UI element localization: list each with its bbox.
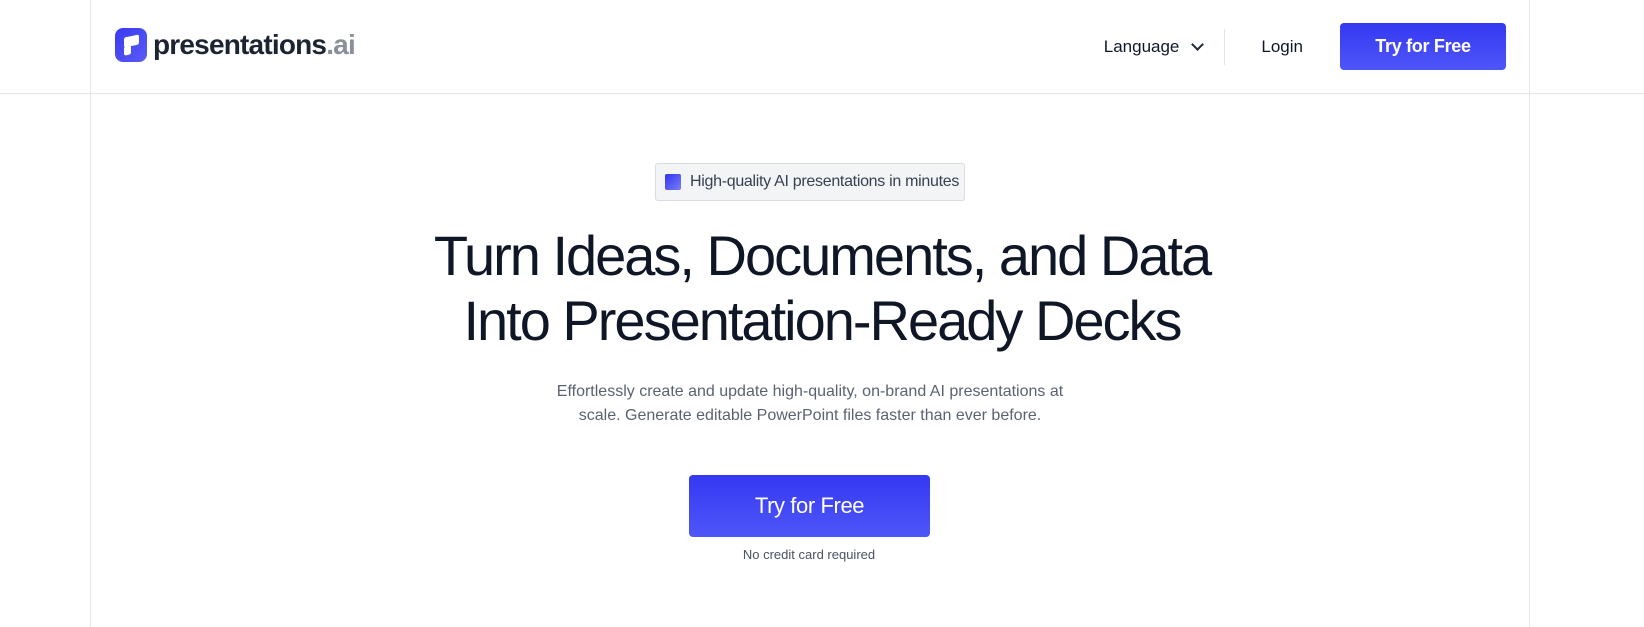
logo-link[interactable]: presentations .ai	[115, 28, 356, 62]
headline-line-1: Turn Ideas, Documents, and Data	[433, 224, 1212, 287]
chevron-down-icon	[1191, 37, 1205, 51]
logo-text: presentations	[153, 29, 327, 60]
badge-text: High-quality AI presentations in minutes	[690, 173, 960, 190]
nav-divider	[1224, 28, 1226, 65]
try-for-free-hero-button[interactable]: Try for Free	[689, 475, 930, 537]
hero-headline: Turn Ideas, Documents, and Data Into Pre…	[0, 223, 1644, 353]
language-selector[interactable]: Language	[1104, 37, 1225, 57]
headline-line-2: Into Presentation-Ready Decks	[463, 289, 1182, 352]
hero-subtitle: Effortlessly create and update high-qual…	[556, 383, 1064, 424]
hero-badge: High-quality AI presentations in minutes	[655, 163, 965, 201]
logo-suffix: .ai	[326, 29, 356, 60]
language-label: Language	[1103, 36, 1180, 56]
page: presentations .ai Language Login Try for…	[0, 0, 1644, 627]
top-nav: Language Login Try for Free	[1104, 23, 1506, 70]
gradient-square-icon	[665, 174, 681, 190]
no-credit-card-note: No credit card required	[742, 547, 876, 562]
header-divider	[0, 93, 1644, 94]
try-for-free-nav-button[interactable]: Try for Free	[1340, 23, 1506, 70]
login-link[interactable]: Login	[1261, 37, 1303, 57]
presentations-logo-icon	[115, 28, 147, 62]
